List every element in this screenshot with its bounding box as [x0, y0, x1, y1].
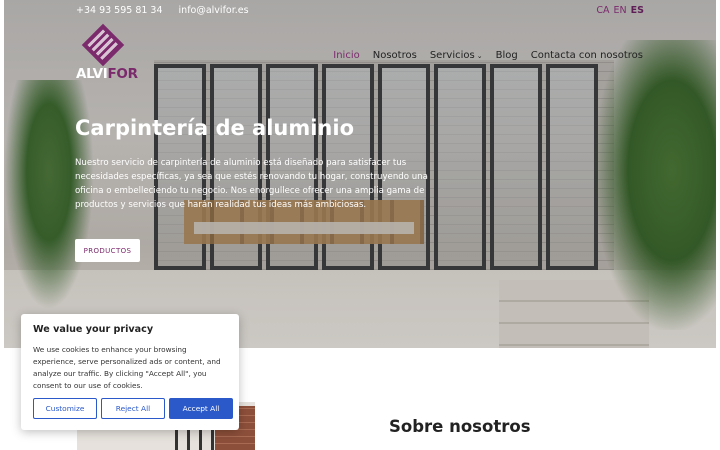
- phone-link[interactable]: +34 93 595 81 34: [76, 5, 163, 16]
- hero-title: Carpintería de aluminio: [75, 116, 354, 140]
- language-switcher: CA EN ES: [596, 5, 644, 16]
- nav-item-contacta[interactable]: Contacta con nosotros: [531, 50, 643, 61]
- about-title: Sobre nosotros: [389, 417, 531, 436]
- hero-description: Nuestro servicio de carpintería de alumi…: [75, 158, 428, 210]
- main-nav: Inicio Nosotros Servicios ⌄ Blog Contacta…: [333, 50, 643, 61]
- nav-item-nosotros[interactable]: Nosotros: [373, 50, 417, 61]
- top-bar: +34 93 595 81 34 info@alvifor.es CA EN E…: [0, 0, 720, 22]
- cookie-title: We value your privacy: [33, 324, 154, 335]
- language-ca[interactable]: CA: [596, 5, 609, 16]
- customize-button[interactable]: Customize: [33, 398, 97, 419]
- nav-item-inicio[interactable]: Inicio: [333, 50, 359, 61]
- site-logo[interactable]: ALVIFOR: [76, 23, 138, 82]
- logo-mark-icon: [81, 23, 125, 67]
- cookie-consent-dialog: We value your privacy We use cookies to …: [21, 314, 239, 430]
- email-link[interactable]: info@alvifor.es: [179, 5, 249, 16]
- nav-item-servicios[interactable]: Servicios ⌄: [430, 50, 483, 61]
- language-es[interactable]: ES: [631, 5, 644, 16]
- page: +34 93 595 81 34 info@alvifor.es CA EN E…: [0, 0, 720, 450]
- nav-item-blog[interactable]: Blog: [496, 50, 518, 61]
- products-button[interactable]: PRODUCTOS: [75, 239, 140, 262]
- language-en[interactable]: EN: [614, 5, 627, 16]
- accept-all-button[interactable]: Accept All: [169, 398, 233, 419]
- cookie-text: We use cookies to enhance your browsing …: [33, 345, 221, 390]
- reject-all-button[interactable]: Reject All: [101, 398, 165, 419]
- contact-info: +34 93 595 81 34 info@alvifor.es: [76, 5, 249, 16]
- chevron-down-icon: ⌄: [476, 52, 483, 60]
